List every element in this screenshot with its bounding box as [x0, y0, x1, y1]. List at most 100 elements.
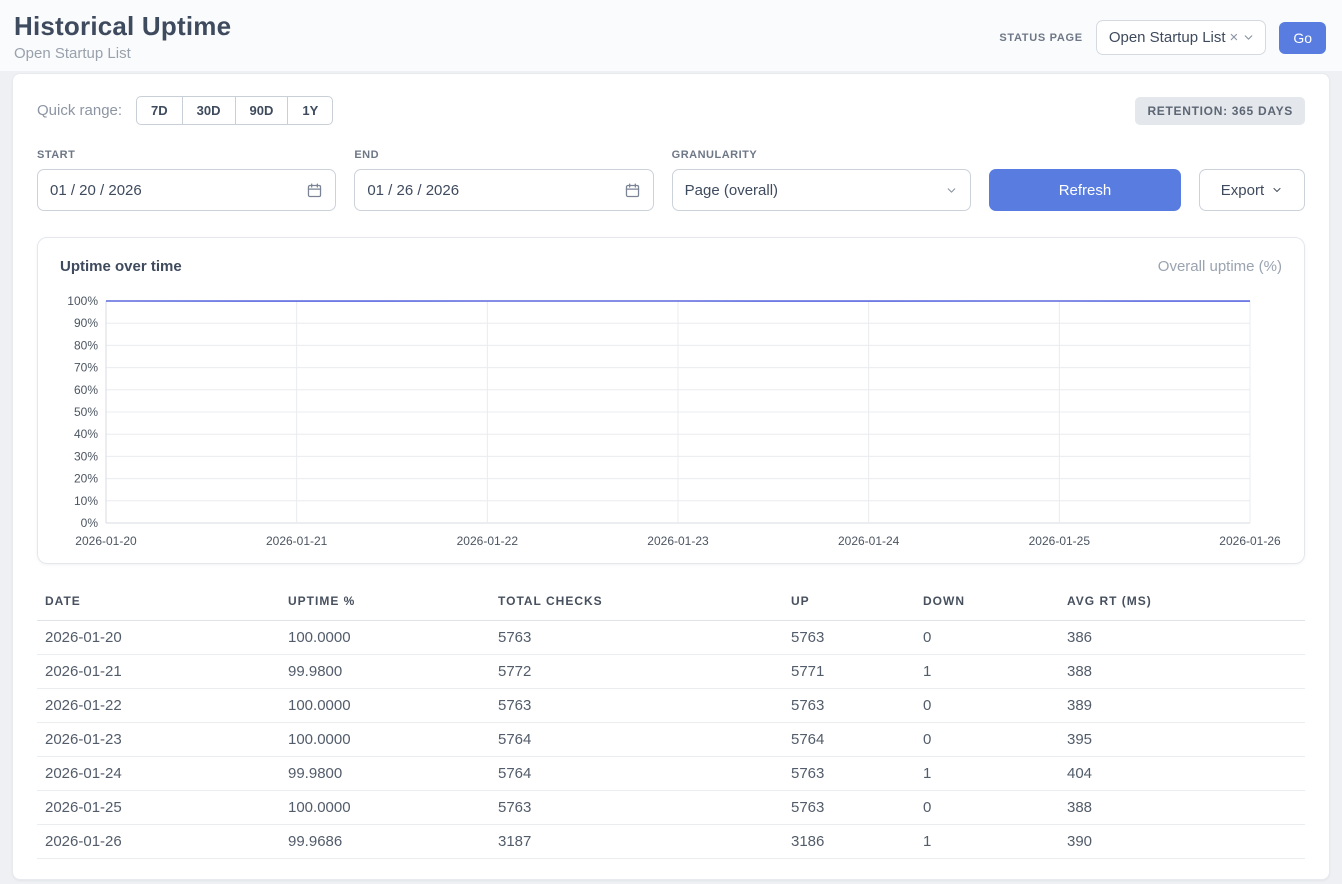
column-header-date: DATE	[37, 586, 280, 621]
cell-uptime: 100.0000	[280, 791, 490, 825]
cell-total-checks: 3187	[490, 825, 783, 859]
cell-up: 5763	[783, 791, 915, 825]
top-bar: Historical Uptime Open Startup List STAT…	[0, 0, 1342, 71]
cell-total-checks: 5764	[490, 757, 783, 791]
cell-total-checks: 5763	[490, 689, 783, 723]
main-panel: Quick range: 7D30D90D1Y RETENTION: 365 D…	[12, 73, 1330, 880]
granularity-select[interactable]: Page (overall)	[672, 169, 971, 211]
cell-date: 2026-01-23	[37, 723, 280, 757]
column-header-avg-rt: AVG RT (MS)	[1059, 586, 1305, 621]
status-page-label: STATUS PAGE	[999, 32, 1082, 44]
cell-uptime: 100.0000	[280, 621, 490, 655]
svg-text:2026-01-20: 2026-01-20	[75, 534, 137, 548]
cell-down: 1	[915, 655, 1059, 689]
calendar-icon[interactable]	[624, 182, 641, 199]
page-subtitle: Open Startup List	[14, 45, 231, 62]
cell-down: 0	[915, 689, 1059, 723]
table-row: 2026-01-20100.0000576357630386	[37, 621, 1305, 655]
svg-text:80%: 80%	[74, 338, 98, 352]
cell-total-checks: 5763	[490, 791, 783, 825]
table-row: 2026-01-2699.9686318731861390	[37, 825, 1305, 859]
chart-title: Uptime over time	[60, 258, 182, 275]
retention-badge: RETENTION: 365 DAYS	[1135, 97, 1305, 125]
column-header-uptime: UPTIME %	[280, 586, 490, 621]
cell-uptime: 99.9800	[280, 655, 490, 689]
go-button[interactable]: Go	[1279, 22, 1326, 54]
svg-text:10%: 10%	[74, 494, 98, 508]
cell-avg-rt: 395	[1059, 723, 1305, 757]
chart-legend: Overall uptime (%)	[1158, 258, 1282, 275]
table-row: 2026-01-25100.0000576357630388	[37, 791, 1305, 825]
status-page-select[interactable]: Open Startup List ×	[1096, 20, 1267, 55]
start-label: START	[37, 149, 336, 161]
svg-text:30%: 30%	[74, 449, 98, 463]
cell-total-checks: 5763	[490, 621, 783, 655]
svg-text:2026-01-24: 2026-01-24	[838, 534, 900, 548]
quick-range-buttons: 7D30D90D1Y	[136, 96, 333, 125]
cell-uptime: 100.0000	[280, 689, 490, 723]
quick-range-7d[interactable]: 7D	[136, 96, 183, 125]
status-page-value: Open Startup List	[1109, 29, 1226, 46]
cell-up: 5763	[783, 689, 915, 723]
end-date-input[interactable]	[367, 182, 623, 199]
table-row: 2026-01-23100.0000576457640395	[37, 723, 1305, 757]
uptime-line-chart: 0%10%20%30%40%50%60%70%80%90%100%2026-01…	[60, 293, 1282, 551]
cell-up: 5763	[783, 621, 915, 655]
page-title: Historical Uptime	[14, 11, 231, 42]
column-header-down: DOWN	[915, 586, 1059, 621]
chevron-down-icon	[1242, 31, 1255, 44]
table-row: 2026-01-22100.0000576357630389	[37, 689, 1305, 723]
column-header-total-checks: TOTAL CHECKS	[490, 586, 783, 621]
quick-range-row: Quick range: 7D30D90D1Y RETENTION: 365 D…	[37, 96, 1305, 125]
cell-uptime: 99.9686	[280, 825, 490, 859]
quick-range-1y[interactable]: 1Y	[287, 96, 333, 125]
chevron-down-icon	[945, 184, 958, 197]
end-date-input-wrapper[interactable]	[354, 169, 653, 211]
cell-date: 2026-01-26	[37, 825, 280, 859]
svg-text:2026-01-21: 2026-01-21	[266, 534, 328, 548]
column-header-up: UP	[783, 586, 915, 621]
svg-text:60%: 60%	[74, 383, 98, 397]
svg-text:2026-01-22: 2026-01-22	[457, 534, 519, 548]
cell-avg-rt: 404	[1059, 757, 1305, 791]
start-date-field: START	[37, 149, 336, 211]
start-date-input-wrapper[interactable]	[37, 169, 336, 211]
export-button[interactable]: Export	[1199, 169, 1305, 211]
granularity-field: GRANULARITY Page (overall)	[672, 149, 971, 211]
svg-text:0%: 0%	[81, 516, 99, 530]
chevron-down-icon	[1271, 184, 1283, 196]
cell-up: 3186	[783, 825, 915, 859]
svg-text:2026-01-25: 2026-01-25	[1029, 534, 1091, 548]
table-header-row: DATEUPTIME %TOTAL CHECKSUPDOWNAVG RT (MS…	[37, 586, 1305, 621]
cell-date: 2026-01-25	[37, 791, 280, 825]
cell-uptime: 100.0000	[280, 723, 490, 757]
title-block: Historical Uptime Open Startup List	[14, 11, 231, 62]
cell-up: 5771	[783, 655, 915, 689]
clear-selection-icon[interactable]: ×	[1228, 29, 1241, 46]
start-date-input[interactable]	[50, 182, 306, 199]
cell-total-checks: 5772	[490, 655, 783, 689]
chart-header: Uptime over time Overall uptime (%)	[60, 258, 1282, 293]
cell-avg-rt: 388	[1059, 655, 1305, 689]
quick-range-90d[interactable]: 90D	[235, 96, 289, 125]
svg-text:100%: 100%	[67, 294, 98, 308]
cell-up: 5763	[783, 757, 915, 791]
refresh-button[interactable]: Refresh	[989, 169, 1181, 211]
svg-text:2026-01-23: 2026-01-23	[647, 534, 709, 548]
cell-down: 0	[915, 621, 1059, 655]
table-row: 2026-01-2199.9800577257711388	[37, 655, 1305, 689]
cell-avg-rt: 386	[1059, 621, 1305, 655]
calendar-icon[interactable]	[306, 182, 323, 199]
cell-date: 2026-01-21	[37, 655, 280, 689]
quick-range-group: Quick range: 7D30D90D1Y	[37, 96, 333, 125]
cell-down: 1	[915, 825, 1059, 859]
quick-range-30d[interactable]: 30D	[182, 96, 236, 125]
uptime-table: DATEUPTIME %TOTAL CHECKSUPDOWNAVG RT (MS…	[37, 586, 1305, 859]
cell-date: 2026-01-22	[37, 689, 280, 723]
svg-text:20%: 20%	[74, 472, 98, 486]
cell-avg-rt: 388	[1059, 791, 1305, 825]
cell-avg-rt: 390	[1059, 825, 1305, 859]
quick-range-label: Quick range:	[37, 102, 122, 119]
end-date-field: END	[354, 149, 653, 211]
uptime-chart-card: Uptime over time Overall uptime (%) 0% 10…	[37, 237, 1305, 564]
